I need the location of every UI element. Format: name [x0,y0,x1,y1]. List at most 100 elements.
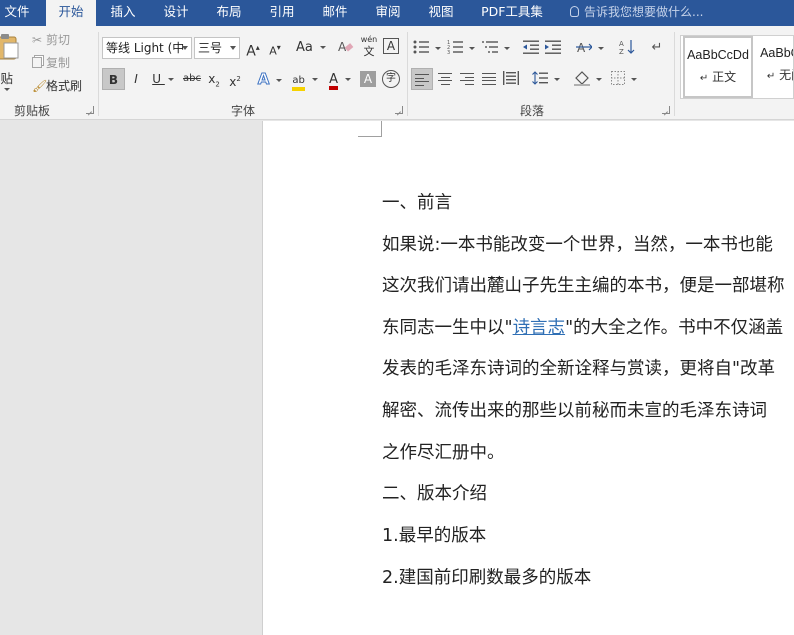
svg-text:Z: Z [619,48,624,55]
enclose-characters-glyph: 字 [386,73,396,84]
hyperlink-shiyanzhi[interactable]: 诗言志 [513,318,566,338]
superscript-button[interactable]: x2 [227,68,243,90]
font-color-glyph: A [329,72,339,87]
text-effects-glyph: A [257,70,270,89]
caret-up-icon: ▴ [255,43,260,52]
enclose-characters-button[interactable]: 字 [382,70,400,88]
clear-formatting-button[interactable]: A [337,37,355,59]
underline-button[interactable]: U [149,68,177,90]
grow-font-button[interactable]: A▴ [244,37,262,60]
body-line-3-start: 东同志一生中以" [382,318,513,338]
body-line-1: 如果说:一本书能改变一个世界，当然，一本书也能 [382,235,773,255]
shading-button[interactable] [572,68,604,90]
underline-glyph: U [152,72,161,86]
ribbon-tab-bar: 文件 开始 插入 设计 布局 引用 邮件 审阅 视图 PDF工具集 告诉我您想要… [0,0,794,26]
font-size-value: 三号 [198,41,223,55]
subscript-mark: 2 [215,80,220,89]
shrink-font-glyph: A [269,44,277,58]
tab-file[interactable]: 文件 [0,0,34,26]
italic-button[interactable]: I [128,68,144,90]
chevron-down-icon [182,46,188,50]
align-center-button[interactable] [434,68,456,90]
body-line-5: 解密、流传出来的那些以前秘而未宣的毛泽东诗词 [382,401,767,421]
tab-pdf-tools[interactable]: PDF工具集 [472,0,552,26]
bullet-list-icon [413,40,429,54]
chinese-layout-button[interactable]: A [574,37,606,59]
tab-insert[interactable]: 插入 [100,0,146,26]
margin-crop-mark [358,121,382,137]
style-name-text: 正文 [712,70,737,84]
eraser-icon: A [338,40,354,54]
sort-button[interactable]: AZ [617,37,637,59]
change-case-button[interactable]: Aa [295,37,327,59]
strikethrough-button[interactable]: abc [181,68,203,90]
font-color-button[interactable]: A [325,68,355,90]
tab-mailings[interactable]: 邮件 [312,0,358,26]
list-item-1: 1.最早的版本 [382,526,487,546]
paste-button[interactable]: 粘贴 [0,32,26,94]
change-case-glyph: Aa [296,40,313,55]
line-spacing-icon [531,71,548,85]
svg-text:3: 3 [447,50,450,54]
tab-view[interactable]: 视图 [418,0,464,26]
bullets-button[interactable] [412,37,442,59]
align-left-button[interactable] [411,68,433,90]
styles-gallery: AaBbCcDd ↵ 正文 AaBbCcDd ↵ 无间隔 [680,35,794,99]
body-line-3-end: "的大全之作。书中不仅涵盖 [565,318,784,338]
document-area: 一、前言 如果说:一本书能改变一个世界，当然，一本书也能 这次我们请出麓山子先生… [0,121,794,635]
text-effects-button[interactable]: A [255,68,285,90]
clipboard-dialog-launcher[interactable] [86,106,94,114]
justify-button[interactable] [478,68,500,90]
style-normal[interactable]: AaBbCcDd ↵ 正文 [683,36,753,98]
show-formatting-button[interactable]: ↵ [648,37,666,59]
phonetic-guide-button[interactable]: wén 文 [360,35,378,57]
borders-button[interactable] [608,68,640,90]
font-name-combo[interactable]: 等线 Light (中 [102,37,192,59]
paragraph-dialog-launcher[interactable] [662,106,670,114]
font-color-glyph-wrap: A [329,72,339,90]
copy-button[interactable]: 复制 [32,52,78,74]
numbering-button[interactable]: 123 [446,37,476,59]
align-right-button[interactable] [456,68,478,90]
copy-label: 复制 [46,56,71,70]
paste-label: 粘贴 [0,71,14,86]
format-painter-label: 格式刷 [46,79,83,93]
tab-design[interactable]: 设计 [153,0,199,26]
caret-down-icon: ▾ [276,43,281,52]
tell-me-text: 告诉我您想要做什么... [584,5,704,19]
character-border-button[interactable]: A [383,38,399,54]
chinese-layout-icon: A [575,41,593,55]
document-page[interactable]: 一、前言 如果说:一本书能改变一个世界，当然，一本书也能 这次我们请出麓山子先生… [262,121,794,635]
cut-button[interactable]: ✂ 剪切 [32,29,78,51]
body-line-2: 这次我们请出麓山子先生主编的本书，便是一部堪称 [382,276,785,296]
svg-text:A: A [619,40,624,48]
align-left-icon [415,74,429,86]
tell-me-search[interactable]: 告诉我您想要做什么... [570,0,703,26]
bold-glyph: B [108,73,119,87]
paste-dropdown-arrow[interactable] [4,88,10,91]
style-no-spacing[interactable]: AaBbCcDd ↵ 无间隔 [756,36,793,98]
increase-indent-button[interactable] [543,37,563,59]
subscript-button[interactable]: x2 [206,68,222,90]
distributed-button[interactable] [500,68,522,90]
multilevel-list-button[interactable] [480,37,512,59]
font-size-combo[interactable]: 三号 [194,37,240,59]
style-name: ↵ 无间隔 [756,66,793,83]
strikethrough-glyph: abc [183,73,201,84]
text-highlight-button[interactable]: ab [289,68,321,91]
format-painter-button[interactable]: 🖌格式刷 [32,75,92,97]
shrink-font-button[interactable]: A▾ [266,37,284,59]
font-dialog-launcher[interactable] [395,106,403,114]
decrease-indent-button[interactable] [521,37,541,59]
tab-home[interactable]: 开始 [46,0,96,26]
multilevel-list-icon [481,41,498,53]
superscript-mark: 2 [236,75,241,83]
bold-button[interactable]: B [102,68,125,90]
align-center-icon [438,73,452,85]
character-shading-button[interactable]: A [360,71,376,87]
paint-bucket-icon [573,71,590,86]
tab-references[interactable]: 引用 [259,0,305,26]
line-spacing-button[interactable] [530,68,562,90]
tab-review[interactable]: 审阅 [365,0,411,26]
tab-layout[interactable]: 布局 [206,0,252,26]
